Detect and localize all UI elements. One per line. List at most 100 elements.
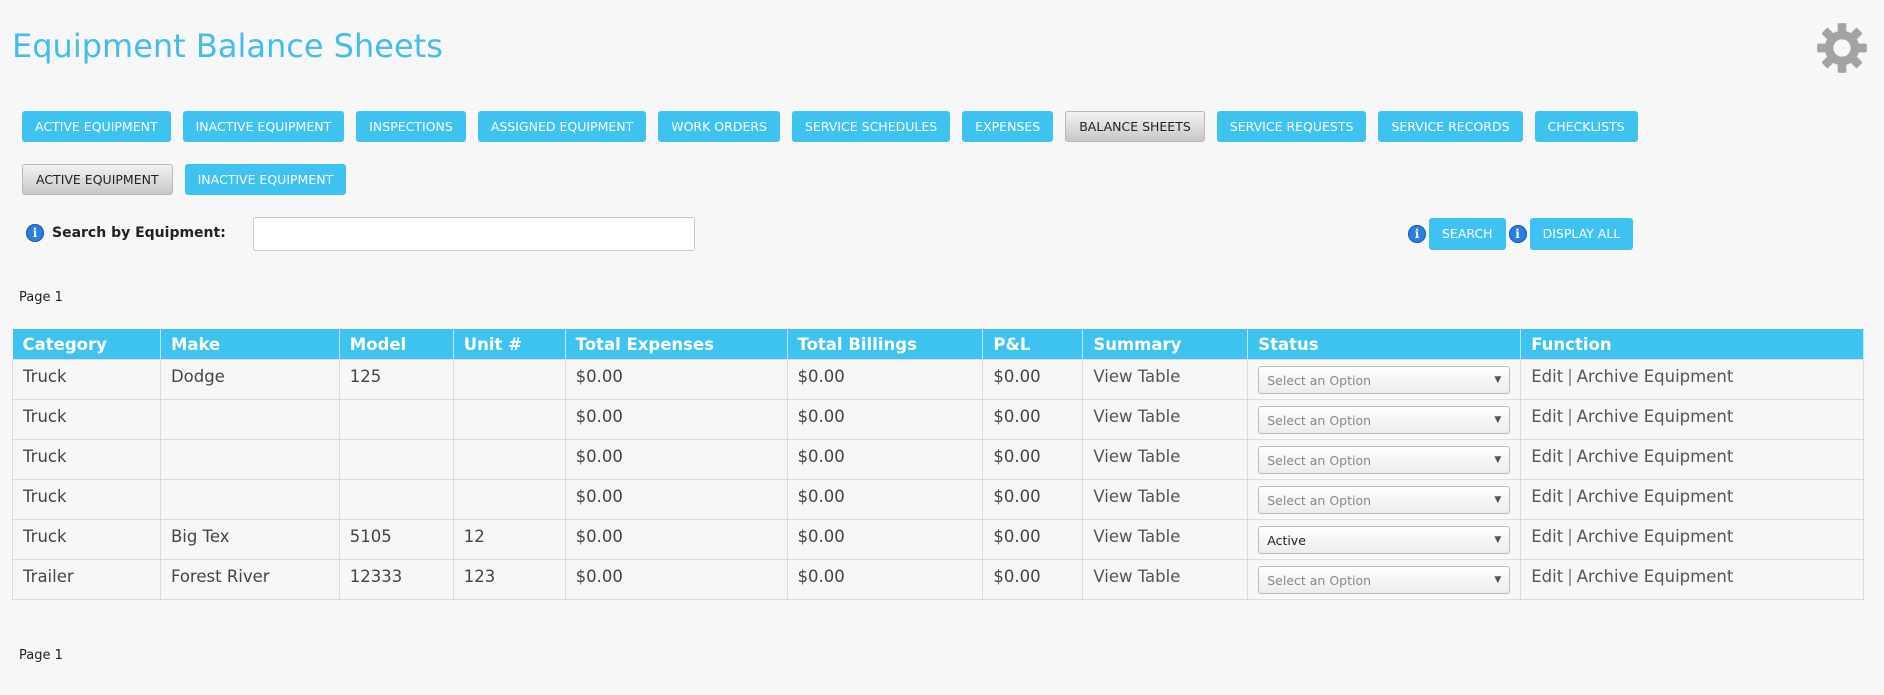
archive-equipment-link[interactable]: Archive Equipment [1577,447,1734,466]
view-table-link[interactable]: View Table [1093,527,1180,546]
status-select[interactable]: Active ▼ [1258,526,1511,554]
cell-unit [452,399,566,440]
nav-work-orders-button[interactable]: WORK ORDERS [658,111,780,142]
search-info-icon[interactable]: i [1408,225,1426,243]
secondary-nav: ACTIVE EQUIPMENT INACTIVE EQUIPMENT [22,164,347,195]
column-header-status: Status [1247,329,1522,360]
cell-model: 5105 [338,519,454,560]
cell-total-expenses: $0.00 [564,439,788,480]
balance-sheets-table: Category Make Model Unit # Total Expense… [12,329,1864,600]
cell-total-expenses: $0.00 [564,399,788,440]
cell-unit [452,359,566,400]
cell-function: Edit | Archive Equipment [1520,479,1864,520]
display-all-button[interactable]: DISPLAY ALL [1529,218,1634,250]
subnav-active-equipment-button[interactable]: ACTIVE EQUIPMENT [22,164,173,195]
cell-category: Truck [12,479,161,520]
status-select[interactable]: Select an Option ▼ [1258,566,1511,594]
view-table-link[interactable]: View Table [1093,487,1180,506]
nav-assigned-equipment-button[interactable]: ASSIGNED EQUIPMENT [477,111,647,142]
view-table-link[interactable]: View Table [1093,407,1180,426]
cell-summary: View Table [1082,439,1249,480]
column-header-total-billings[interactable]: Total Billings [787,329,984,360]
cell-total-billings: $0.00 [786,559,984,600]
column-header-model[interactable]: Model [339,329,454,360]
status-select[interactable]: Select an Option ▼ [1258,366,1511,394]
edit-link[interactable]: Edit [1531,367,1563,386]
cell-make [159,439,340,480]
status-value: Active [1267,532,1306,548]
archive-equipment-link[interactable]: Archive Equipment [1577,367,1734,386]
search-button[interactable]: SEARCH [1429,218,1506,250]
cell-status: Active ▼ [1247,519,1522,560]
table-row: Truck $0.00 $0.00 $0.00 View Table Selec… [12,479,1864,520]
archive-equipment-link[interactable]: Archive Equipment [1577,487,1734,506]
chevron-down-icon: ▼ [1494,375,1502,385]
status-select[interactable]: Select an Option ▼ [1258,406,1511,434]
archive-equipment-link[interactable]: Archive Equipment [1577,527,1734,546]
edit-link[interactable]: Edit [1531,487,1563,506]
column-header-total-expenses[interactable]: Total Expenses [565,329,788,360]
cell-summary: View Table [1082,519,1249,560]
search-label-group: i Search by Equipment: [26,224,226,242]
cell-status: Select an Option ▼ [1247,399,1522,440]
view-table-link[interactable]: View Table [1093,447,1180,466]
column-header-unit[interactable]: Unit # [453,329,566,360]
cell-category: Truck [12,439,161,480]
status-select[interactable]: Select an Option ▼ [1258,446,1511,474]
display-all-info-icon[interactable]: i [1508,225,1527,243]
chevron-down-icon: ▼ [1494,495,1502,505]
subnav-inactive-equipment-button[interactable]: INACTIVE EQUIPMENT [184,164,347,195]
cell-summary: View Table [1082,359,1249,400]
column-header-category[interactable]: Category [12,329,161,360]
cell-total-expenses: $0.00 [564,559,788,600]
cell-total-billings: $0.00 [786,359,984,400]
nav-checklists-button[interactable]: CHECKLISTS [1534,111,1638,142]
nav-inspections-button[interactable]: INSPECTIONS [356,111,466,142]
archive-equipment-link[interactable]: Archive Equipment [1577,407,1734,426]
cell-total-billings: $0.00 [786,439,984,480]
cell-pl: $0.00 [982,359,1084,400]
nav-active-equipment-button[interactable]: ACTIVE EQUIPMENT [22,111,171,142]
nav-service-schedules-button[interactable]: SERVICE SCHEDULES [791,111,951,142]
info-icon[interactable]: i [26,224,44,242]
edit-link[interactable]: Edit [1531,407,1563,426]
status-value: Select an Option [1267,492,1372,508]
cell-category: Trailer [12,559,161,600]
cell-total-billings: $0.00 [786,479,984,520]
balance-sheets-page: Equipment Balance Sheets ACTIVE EQUIPMEN… [0,0,1884,695]
chevron-down-icon: ▼ [1494,535,1502,545]
status-select[interactable]: Select an Option ▼ [1258,486,1511,514]
cell-summary: View Table [1082,479,1249,520]
cell-make: Dodge [159,359,340,400]
nav-expenses-button[interactable]: EXPENSES [962,111,1054,142]
cell-status: Select an Option ▼ [1247,479,1522,520]
column-header-pl[interactable]: P&L [982,329,1084,360]
archive-equipment-link[interactable]: Archive Equipment [1577,567,1734,586]
nav-service-records-button[interactable]: SERVICE RECORDS [1378,111,1523,142]
edit-link[interactable]: Edit [1531,527,1563,546]
edit-link[interactable]: Edit [1531,567,1563,586]
cell-model: 125 [338,359,454,400]
table-row: Truck $0.00 $0.00 $0.00 View Table Selec… [12,439,1864,480]
status-value: Select an Option [1267,412,1372,428]
table-row: Truck Big Tex 5105 12 $0.00 $0.00 $0.00 … [12,519,1864,560]
page-title: Equipment Balance Sheets [12,27,443,65]
table-row: Truck $0.00 $0.00 $0.00 View Table Selec… [12,399,1864,440]
view-table-link[interactable]: View Table [1093,567,1180,586]
gear-icon[interactable] [1815,21,1869,75]
cell-pl: $0.00 [982,439,1084,480]
cell-summary: View Table [1082,559,1249,600]
table-row: Truck Dodge 125 $0.00 $0.00 $0.00 View T… [12,359,1864,400]
cell-pl: $0.00 [982,479,1084,520]
cell-function: Edit | Archive Equipment [1520,439,1864,480]
column-header-make[interactable]: Make [160,329,340,360]
search-input[interactable] [253,217,695,251]
nav-service-requests-button[interactable]: SERVICE REQUESTS [1216,111,1367,142]
table-header-row: Category Make Model Unit # Total Expense… [12,329,1864,360]
nav-balance-sheets-button[interactable]: BALANCE SHEETS [1065,111,1205,142]
cell-category: Truck [12,359,161,400]
nav-inactive-equipment-button[interactable]: INACTIVE EQUIPMENT [182,111,345,142]
view-table-link[interactable]: View Table [1093,367,1180,386]
cell-total-expenses: $0.00 [564,479,788,520]
edit-link[interactable]: Edit [1531,447,1563,466]
